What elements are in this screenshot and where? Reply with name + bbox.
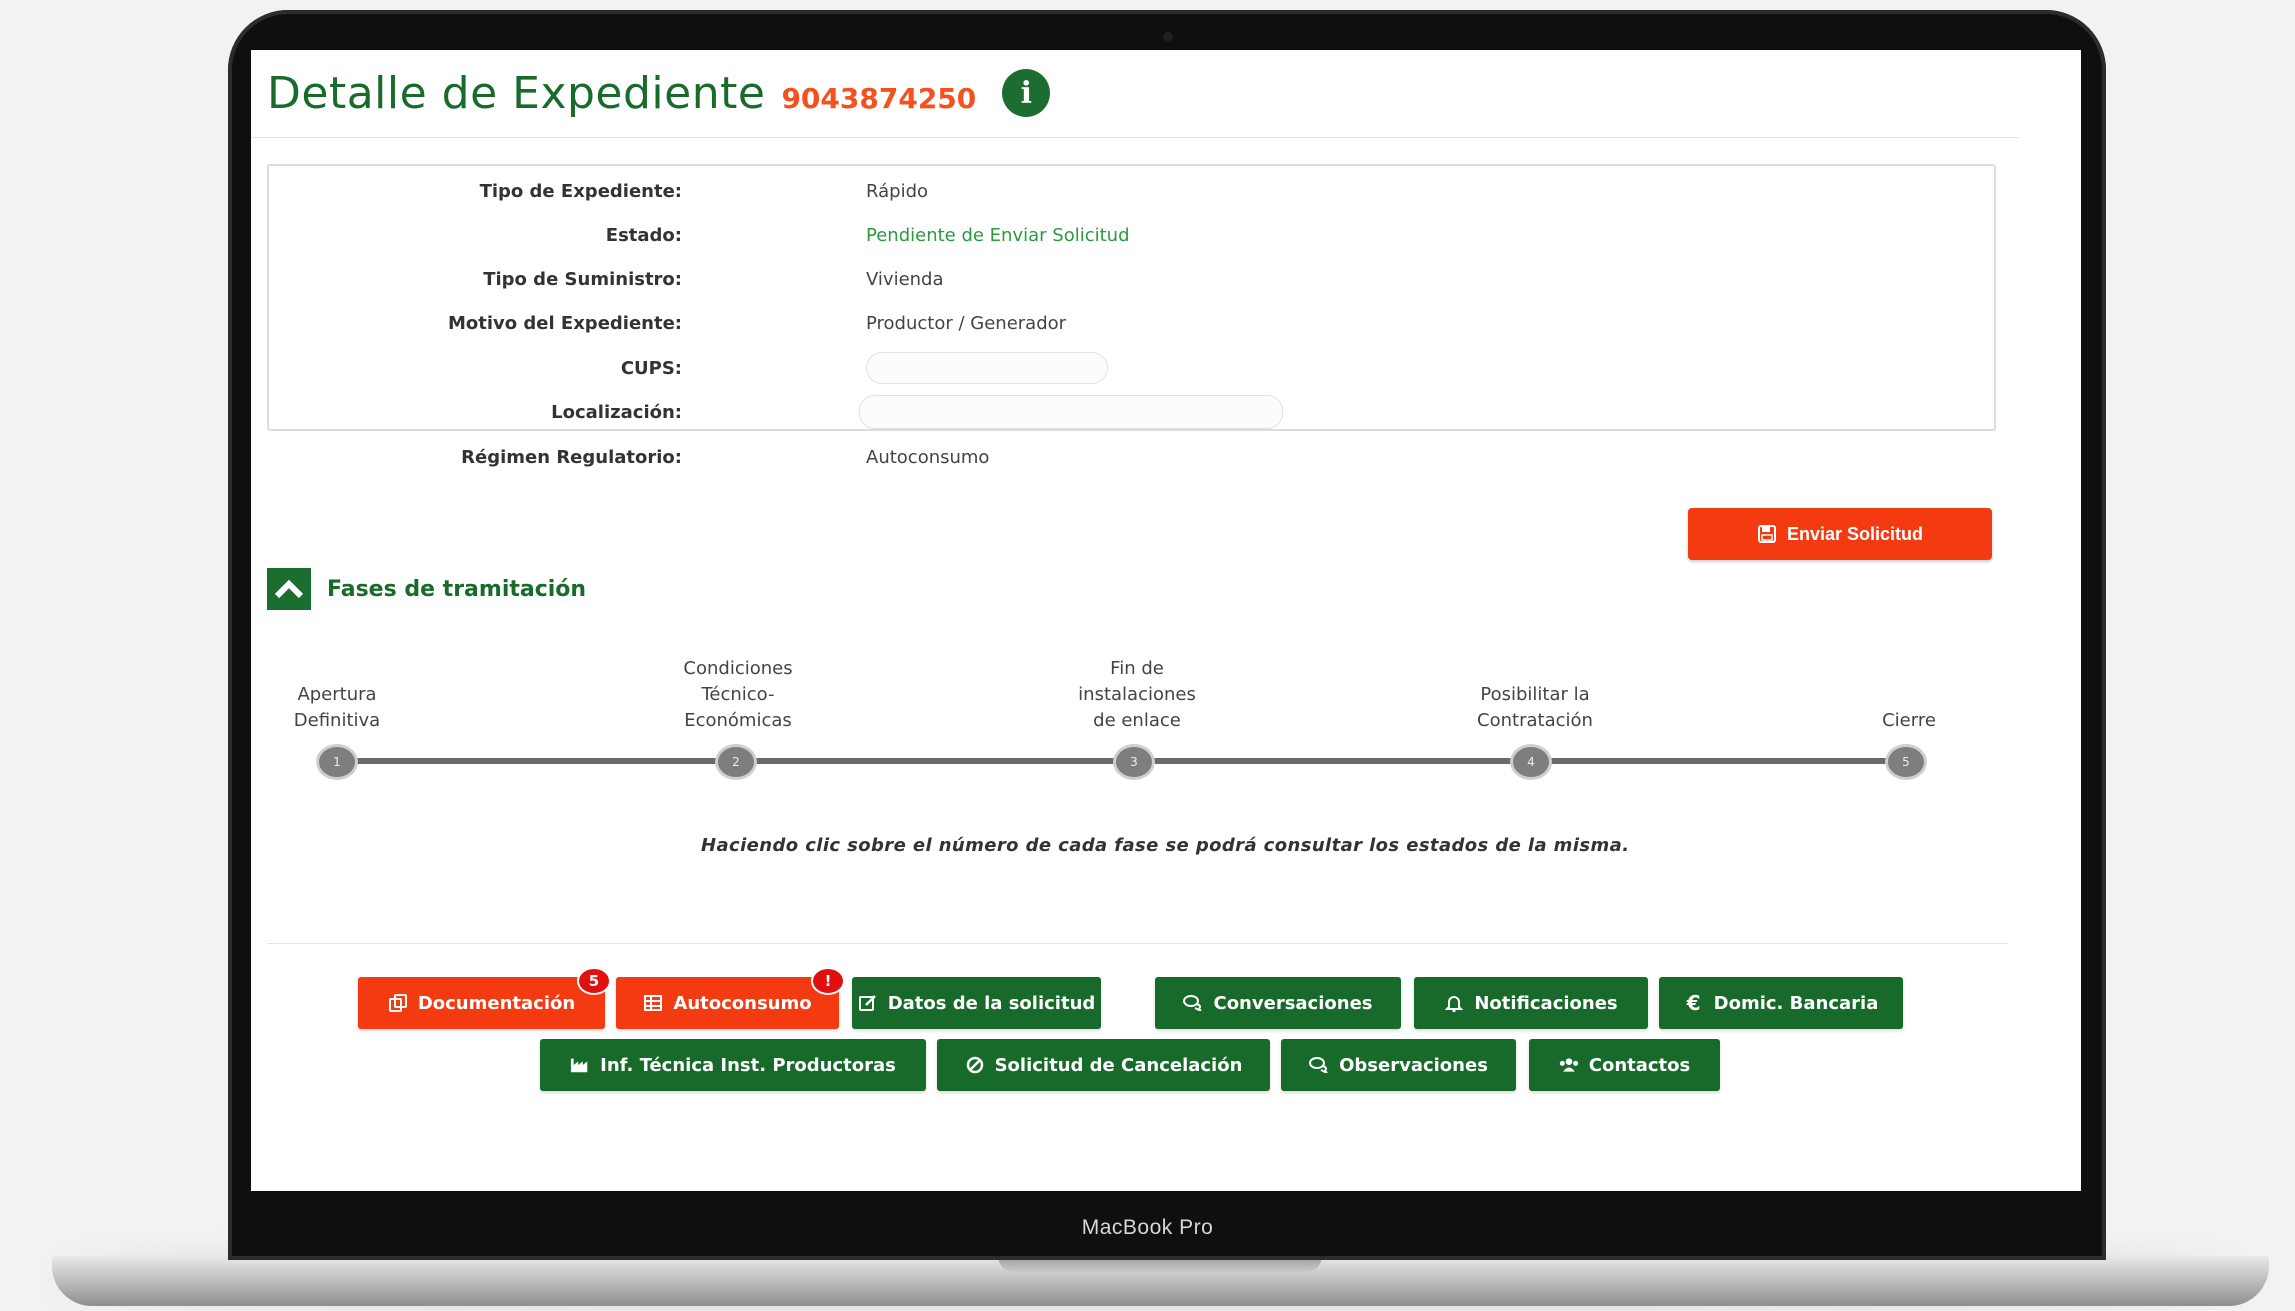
- table-icon: [643, 993, 663, 1013]
- phase-3-button[interactable]: 3: [1113, 744, 1155, 780]
- tab-autoconsumo[interactable]: Autoconsumo !: [616, 967, 845, 1029]
- phases-title: Fases de tramitación: [327, 576, 587, 602]
- divider: [251, 137, 2019, 138]
- tab-notificaciones[interactable]: Notificaciones: [1414, 977, 1648, 1029]
- phase-label: Condiciones Técnico- Económicas: [683, 656, 792, 734]
- tab-label: Domic. Bancaria: [1713, 992, 1879, 1014]
- phase-label-line: instalaciones: [1078, 684, 1196, 705]
- tab-label: Contactos: [1588, 1054, 1691, 1076]
- chevron-up-icon[interactable]: [267, 568, 311, 610]
- detail-label: Régimen Regulatorio:: [461, 446, 682, 468]
- save-icon: [1757, 524, 1777, 544]
- page-title: Detalle de Expediente: [267, 67, 766, 119]
- copy-icon: [388, 993, 408, 1013]
- phase-label-line: Condiciones: [683, 658, 793, 679]
- tab-documentacion[interactable]: Documentación 5: [358, 967, 611, 1029]
- tab-conversaciones[interactable]: Conversaciones: [1155, 977, 1401, 1029]
- notification-badge: 5: [577, 967, 611, 995]
- bell-icon: [1444, 993, 1464, 1013]
- chat-icon: [1183, 993, 1203, 1013]
- detail-label: CUPS:: [620, 357, 682, 379]
- detail-value: Rápido: [866, 180, 929, 202]
- tab-observaciones[interactable]: Observaciones: [1281, 1039, 1516, 1091]
- detail-value: Autoconsumo: [866, 446, 990, 468]
- detail-label: Estado:: [605, 224, 682, 246]
- screen: Detalle de Expediente 9043874250 i Tipo …: [251, 50, 2081, 1191]
- notification-badge: !: [811, 967, 845, 995]
- detail-row-tipo-expediente: Tipo de Expediente: Rápido: [269, 176, 1994, 206]
- send-request-label: Enviar Solicitud: [1786, 523, 1924, 544]
- divider: [267, 943, 2008, 944]
- detail-value: Productor / Generador: [866, 312, 1067, 334]
- phase-label: Apertura Definitiva: [294, 682, 380, 734]
- detail-row-tipo-suministro: Tipo de Suministro: Vivienda: [269, 264, 1994, 294]
- euro-icon: €: [1686, 991, 1701, 1015]
- detail-value: Vivienda: [866, 268, 944, 290]
- status-value: Pendiente de Enviar Solicitud: [866, 224, 1130, 246]
- location-field: [859, 395, 1283, 429]
- phase-label: Posibilitar la Contratación: [1477, 682, 1593, 734]
- detail-label: Tipo de Expediente:: [479, 180, 682, 202]
- detail-label: Localización:: [551, 401, 682, 423]
- phase-1-button[interactable]: 1: [316, 744, 358, 780]
- tab-label: Observaciones: [1339, 1054, 1488, 1076]
- phase-label-line: Técnico-: [701, 684, 775, 705]
- users-icon: [1559, 1055, 1579, 1075]
- tab-datos-solicitud[interactable]: Datos de la solicitud: [852, 977, 1101, 1029]
- detail-row-regimen: Régimen Regulatorio: Autoconsumo: [269, 442, 1994, 472]
- title-row: Detalle de Expediente 9043874250 i: [267, 56, 1051, 130]
- phase-label-line: Fin de: [1110, 658, 1164, 679]
- detail-row-estado: Estado: Pendiente de Enviar Solicitud: [269, 220, 1994, 250]
- edit-icon: [858, 993, 878, 1013]
- cups-field: [866, 352, 1108, 384]
- chat-icon: [1309, 1055, 1329, 1075]
- phase-5-button[interactable]: 5: [1885, 744, 1927, 780]
- phases-header[interactable]: Fases de tramitación: [267, 568, 586, 610]
- tab-label: Inf. Técnica Inst. Productoras: [600, 1054, 896, 1076]
- detail-row-cups: CUPS:: [269, 352, 1994, 384]
- phase-label: Fin de instalaciones de enlace: [1078, 656, 1196, 734]
- tab-label: Documentación: [417, 992, 576, 1014]
- tab-contactos[interactable]: Contactos: [1529, 1039, 1720, 1091]
- phase-label-line: Contratación: [1477, 710, 1593, 731]
- phase-label-line: Posibilitar la: [1480, 684, 1590, 705]
- tab-inf-tecnica[interactable]: Inf. Técnica Inst. Productoras: [540, 1039, 926, 1091]
- info-icon[interactable]: i: [1002, 69, 1051, 117]
- phase-label-line: Definitiva: [293, 710, 381, 731]
- phase-label-line: Apertura: [297, 684, 377, 705]
- detail-row-localizacion: Localización:: [269, 395, 1994, 429]
- expediente-number: 9043874250: [781, 81, 977, 115]
- tab-label: Datos de la solicitud: [887, 992, 1096, 1014]
- phase-label: Cierre: [1882, 708, 1936, 734]
- tab-domic-bancaria[interactable]: € Domic. Bancaria: [1659, 977, 1903, 1029]
- expediente-details: Tipo de Expediente: Rápido Estado: Pendi…: [267, 164, 1996, 468]
- phase-label-line: de enlace: [1093, 710, 1181, 731]
- camera: [1163, 32, 1173, 42]
- tab-label: Conversaciones: [1213, 992, 1373, 1014]
- send-request-button[interactable]: Enviar Solicitud: [1688, 508, 1992, 560]
- phase-label-line: Económicas: [684, 710, 792, 731]
- ban-icon: [965, 1055, 985, 1075]
- phase-2-button[interactable]: 2: [715, 744, 757, 780]
- detail-label: Motivo del Expediente:: [447, 312, 682, 334]
- tab-label: Notificaciones: [1474, 992, 1618, 1014]
- detail-row-motivo: Motivo del Expediente: Productor / Gener…: [269, 308, 1994, 338]
- detail-label: Tipo de Suministro:: [483, 268, 682, 290]
- device-label: MacBook Pro: [1081, 1216, 1214, 1239]
- phase-label-line: Cierre: [1882, 710, 1936, 731]
- tab-label: Autoconsumo: [673, 992, 812, 1014]
- phase-4-button[interactable]: 4: [1510, 744, 1552, 780]
- tab-solicitud-cancelacion[interactable]: Solicitud de Cancelación: [937, 1039, 1270, 1091]
- phases-hint: Haciendo clic sobre el número de cada fa…: [701, 835, 1630, 856]
- factory-icon: [570, 1055, 590, 1075]
- tab-label: Solicitud de Cancelación: [994, 1054, 1243, 1076]
